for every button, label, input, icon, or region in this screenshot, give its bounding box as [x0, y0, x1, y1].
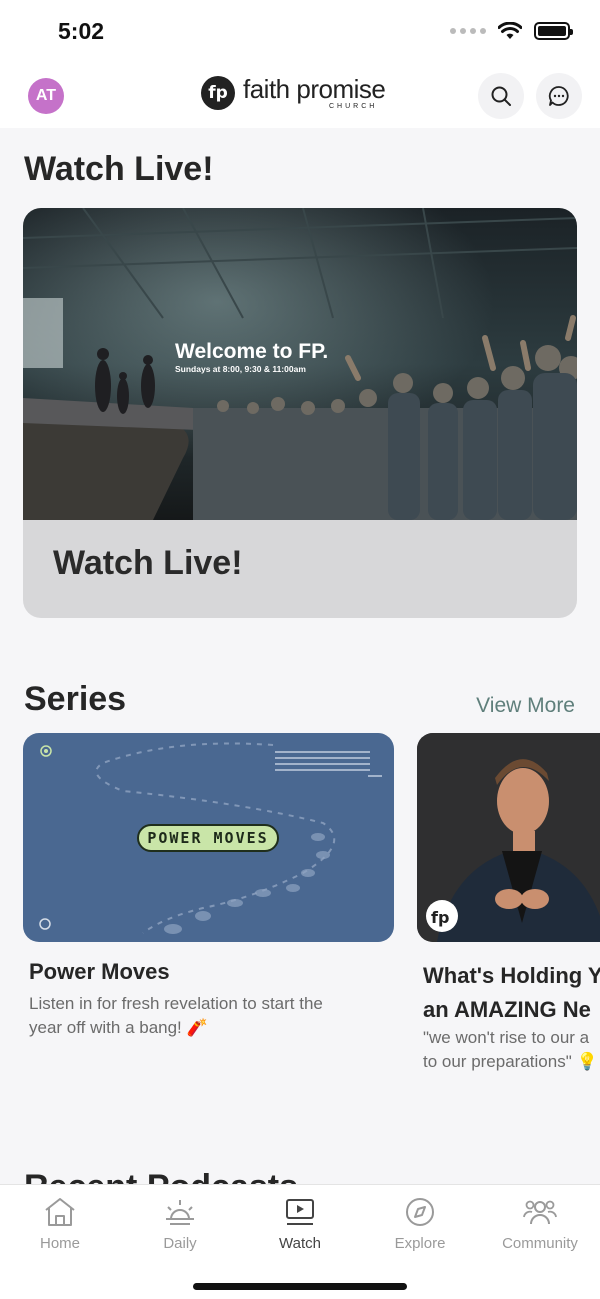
tab-label: Home	[39, 1235, 80, 1252]
tab-community[interactable]: Community	[480, 1197, 600, 1252]
tab-home[interactable]: Home	[0, 1197, 120, 1252]
status-bar: 5:02	[0, 0, 600, 66]
image-headline: Welcome to FP.	[175, 340, 328, 363]
series-description-line: "we won't rise to our a	[423, 1028, 590, 1047]
series-description-line: year off with a bang! 🧨	[29, 1018, 208, 1037]
play-icon	[286, 1199, 314, 1225]
series-card-whats-holding[interactable]: fp	[417, 733, 600, 942]
search-button[interactable]	[478, 73, 524, 119]
view-more-link[interactable]: View More	[476, 694, 575, 718]
card-logo-mark: fp	[431, 908, 449, 927]
series-description-line: to our preparations" 💡	[423, 1052, 598, 1071]
image-subline: Sundays at 8:00, 9:30 & 11:00am	[175, 364, 306, 374]
logo-subtitle: CHURCH	[329, 103, 378, 110]
home-indicator	[193, 1283, 407, 1290]
messages-button[interactable]	[536, 73, 582, 119]
series-title[interactable]: What's Holding Y an AMAZING Ne	[423, 959, 600, 1027]
compass-icon	[406, 1198, 434, 1226]
tab-label: Watch	[279, 1235, 321, 1252]
series-badge: POWER MOVES	[137, 824, 279, 852]
series-title[interactable]: Power Moves	[29, 959, 170, 985]
sunrise-icon	[166, 1200, 194, 1225]
battery-icon	[534, 22, 573, 40]
series-description-line: Listen in for fresh revelation to start …	[29, 994, 323, 1013]
series-heading: Series	[24, 680, 127, 718]
watch-live-card-label: Watch Live!	[53, 544, 243, 582]
tab-daily[interactable]: Daily	[120, 1197, 240, 1252]
logo-mark: fp	[201, 76, 235, 110]
logo-name: faith promise	[243, 74, 386, 104]
cellular-signal-icon	[450, 28, 486, 34]
user-avatar[interactable]: AT	[28, 78, 64, 114]
tab-label: Daily	[163, 1235, 197, 1252]
app-header: AT fp faith promise CHURCH	[0, 66, 600, 128]
status-icons	[450, 22, 573, 40]
bottom-tab-bar: Home Daily Watch Explore Community	[0, 1184, 600, 1299]
tab-watch[interactable]: Watch	[240, 1197, 360, 1252]
series-title-line: an AMAZING Ne	[423, 997, 591, 1022]
series-title-line: What's Holding Y	[423, 963, 600, 988]
home-icon	[45, 1198, 75, 1226]
series-card-power-moves[interactable]: POWER MOVES	[23, 733, 394, 942]
speaker-photo: fp	[417, 733, 600, 942]
series-description: "we won't rise to our a to our preparati…	[423, 1026, 600, 1074]
people-icon	[523, 1200, 557, 1225]
series-description: Listen in for fresh revelation to start …	[29, 992, 379, 1040]
church-logo: fp faith promise CHURCH	[201, 74, 386, 110]
watch-live-heading: Watch Live!	[24, 150, 214, 188]
watch-live-card[interactable]: Welcome to FP. Sundays at 8:00, 9:30 & 1…	[23, 208, 577, 618]
search-icon	[491, 86, 511, 106]
tab-explore[interactable]: Explore	[360, 1197, 480, 1252]
status-time: 5:02	[58, 18, 105, 44]
tab-label: Explore	[394, 1235, 446, 1252]
chat-bubble-icon	[548, 86, 569, 106]
wifi-icon	[498, 22, 522, 39]
tab-label: Community	[502, 1235, 578, 1252]
live-service-image: Welcome to FP. Sundays at 8:00, 9:30 & 1…	[23, 208, 577, 520]
